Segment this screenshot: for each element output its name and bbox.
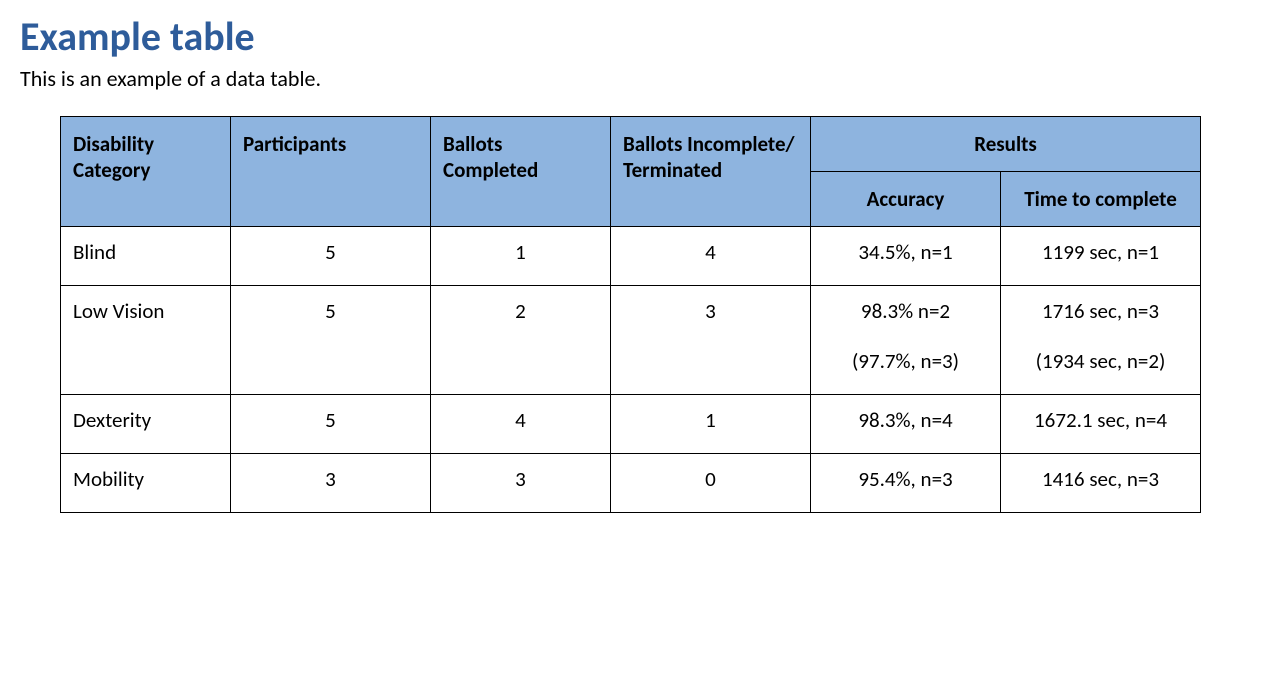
cell-incomplete: 3 <box>611 286 811 395</box>
data-table: Disability Category Participants Ballots… <box>60 116 1201 513</box>
header-ballots-incomplete: Ballots Incomplete/ Terminated <box>611 117 811 227</box>
accuracy-value: 98.3%, n=4 <box>858 407 952 433</box>
time-value: 1716 sec, n=3 <box>1042 298 1159 324</box>
time-value: 1416 sec, n=3 <box>1042 466 1159 492</box>
cell-participants: 3 <box>231 454 431 513</box>
accuracy-value: 95.4%, n=3 <box>858 466 952 492</box>
cell-category: Low Vision <box>61 286 231 395</box>
header-participants: Participants <box>231 117 431 227</box>
table-header-row-1: Disability Category Participants Ballots… <box>61 117 1201 172</box>
table-container: Disability Category Participants Ballots… <box>60 116 1262 513</box>
header-time-to-complete: Time to complete <box>1001 172 1201 227</box>
cell-time: 1672.1 sec, n=4 <box>1001 395 1201 454</box>
cell-completed: 4 <box>431 395 611 454</box>
cell-incomplete: 1 <box>611 395 811 454</box>
accuracy-value: 98.3% n=2 <box>861 298 950 324</box>
time-value: 1199 sec, n=1 <box>1042 239 1159 265</box>
table-row: Mobility 3 3 0 95.4%, n=3 1416 sec, n=3 <box>61 454 1201 513</box>
cell-time: 1416 sec, n=3 <box>1001 454 1201 513</box>
cell-participants: 5 <box>231 395 431 454</box>
cell-accuracy: 98.3% n=2 (97.7%, n=3) <box>811 286 1001 395</box>
header-accuracy: Accuracy <box>811 172 1001 227</box>
accuracy-value-secondary: (97.7%, n=3) <box>823 348 988 374</box>
time-value: 1672.1 sec, n=4 <box>1034 407 1167 433</box>
cell-completed: 2 <box>431 286 611 395</box>
cell-category: Mobility <box>61 454 231 513</box>
cell-incomplete: 4 <box>611 227 811 286</box>
time-value-secondary: (1934 sec, n=2) <box>1013 348 1188 374</box>
cell-participants: 5 <box>231 227 431 286</box>
page-subtitle: This is an example of a data table. <box>20 65 1262 92</box>
cell-category: Blind <box>61 227 231 286</box>
cell-completed: 1 <box>431 227 611 286</box>
cell-accuracy: 34.5%, n=1 <box>811 227 1001 286</box>
cell-incomplete: 0 <box>611 454 811 513</box>
cell-participants: 5 <box>231 286 431 395</box>
header-ballots-completed: Ballots Completed <box>431 117 611 227</box>
table-row: Dexterity 5 4 1 98.3%, n=4 1672.1 sec, n… <box>61 395 1201 454</box>
cell-time: 1199 sec, n=1 <box>1001 227 1201 286</box>
cell-time: 1716 sec, n=3 (1934 sec, n=2) <box>1001 286 1201 395</box>
cell-accuracy: 95.4%, n=3 <box>811 454 1001 513</box>
header-results-group: Results <box>811 117 1201 172</box>
table-row: Blind 5 1 4 34.5%, n=1 1199 sec, n=1 <box>61 227 1201 286</box>
header-disability-category: Disability Category <box>61 117 231 227</box>
page-title: Example table <box>20 12 1262 61</box>
cell-category: Dexterity <box>61 395 231 454</box>
accuracy-value: 34.5%, n=1 <box>858 239 952 265</box>
cell-accuracy: 98.3%, n=4 <box>811 395 1001 454</box>
cell-completed: 3 <box>431 454 611 513</box>
table-row: Low Vision 5 2 3 98.3% n=2 (97.7%, n=3) … <box>61 286 1201 395</box>
